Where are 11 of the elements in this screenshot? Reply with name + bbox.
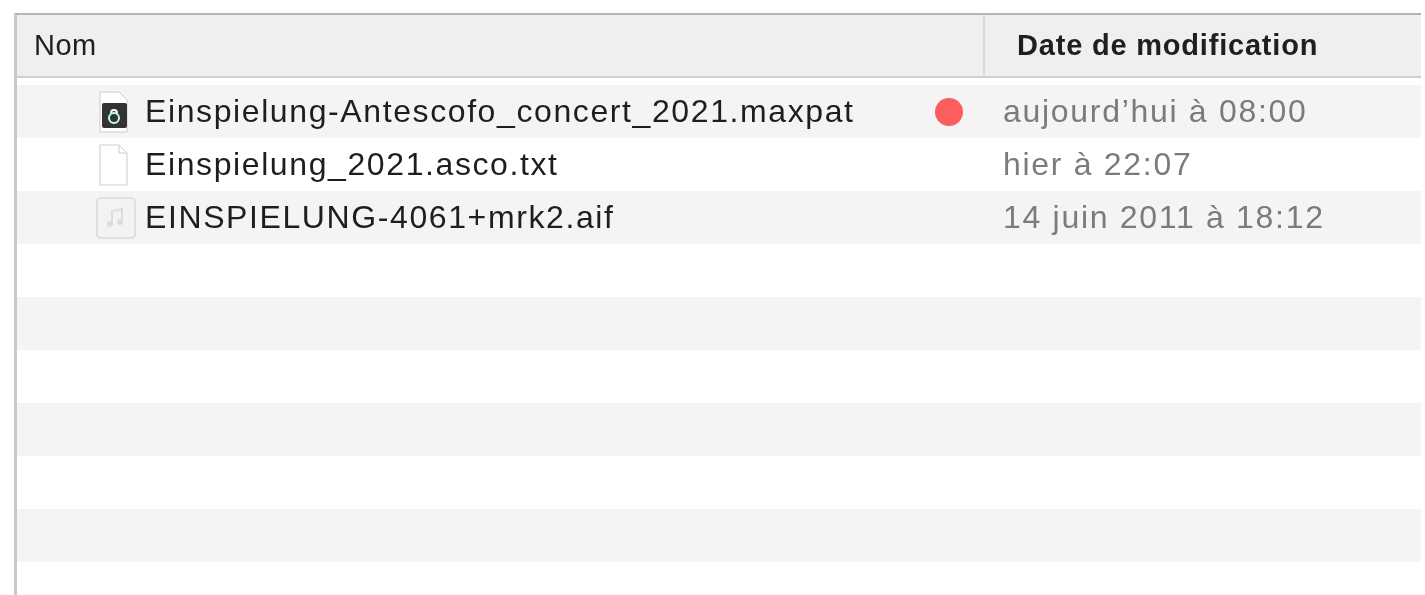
file-row[interactable]: EINSPIELUNG-4061+mrk2.aif 14 juin 2011 à 18:12: [17, 191, 1421, 244]
modified-date: hier à 22:07: [1002, 146, 1194, 183]
file-name: EINSPIELUNG-4061+mrk2.aif: [145, 199, 616, 236]
file-name: Einspielung-Antescofo_concert_2021.maxpat: [145, 93, 856, 130]
file-row[interactable]: Einspielung-Antescofo_concert_2021.maxpat aujourd’hui à 08:00: [17, 85, 1421, 138]
music-file-icon: [95, 195, 137, 240]
modified-date: 14 juin 2011 à 18:12: [1002, 199, 1326, 236]
column-header[interactable]: Date de modification: [1017, 29, 1319, 62]
file-name: Einspielung_2021.asco.txt: [145, 146, 560, 183]
column-header[interactable]: Nom: [34, 29, 97, 62]
modified-date: aujourd’hui à 08:00: [1002, 93, 1309, 130]
